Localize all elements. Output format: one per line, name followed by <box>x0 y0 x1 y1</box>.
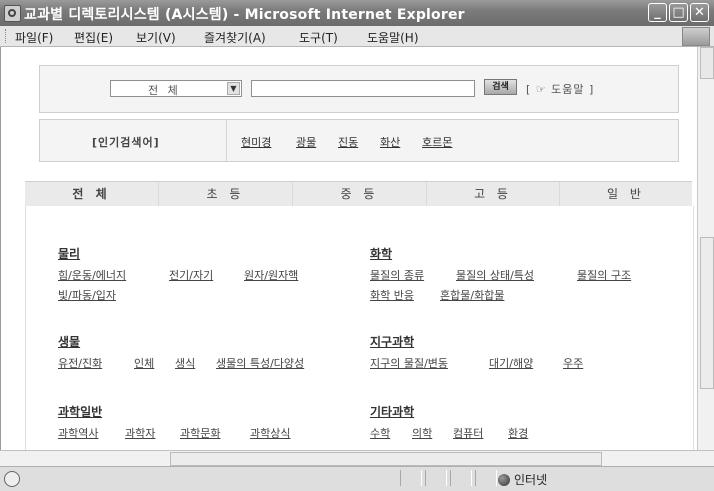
menu-favorites[interactable]: 즐겨찾기(A) <box>204 29 266 46</box>
windows-logo-icon <box>682 27 710 46</box>
category-title-earth-science[interactable]: 지구과학 <box>370 333 414 350</box>
page-icon <box>4 471 20 487</box>
subcategory-link[interactable]: 대기/해양 <box>489 355 533 371</box>
tab-general[interactable]: 일 반 <box>559 182 692 207</box>
window-title-bar[interactable]: 교과별 디렉토리시스템 (A시스템) - Microsoft Internet … <box>0 0 714 26</box>
subcategory-link[interactable]: 생식 <box>175 355 195 371</box>
subcategory-link[interactable]: 유전/진화 <box>58 355 102 371</box>
search-panel: 전 체 ▼ 검색 [ ☞ 도움말 ] <box>39 65 679 113</box>
category-select-value: 전 체 <box>148 84 181 97</box>
subcategory-link[interactable]: 과학역사 <box>58 425 98 441</box>
subcategory-link[interactable]: 컴퓨터 <box>453 425 483 441</box>
keyword-link[interactable]: 호르몬 <box>422 134 452 150</box>
status-segment <box>400 470 422 486</box>
status-bar: 인터넷 <box>0 466 714 491</box>
scroll-thumb[interactable] <box>170 452 602 466</box>
subcategory-link[interactable]: 지구의 물질/변동 <box>370 355 448 371</box>
subcategory-link[interactable]: 환경 <box>508 425 528 441</box>
page-content: 전 체 ▼ 검색 [ ☞ 도움말 ] [인기검색어] 현미경 광물 진동 화산 … <box>0 47 698 450</box>
subcategory-link[interactable]: 인체 <box>134 355 154 371</box>
category-title-biology[interactable]: 생물 <box>58 333 80 350</box>
tab-middle[interactable]: 중 등 <box>292 182 426 207</box>
category-title-other-science[interactable]: 기타과학 <box>370 403 414 420</box>
subcategory-link[interactable]: 우주 <box>563 355 583 371</box>
subcategory-link[interactable]: 혼합물/화합물 <box>440 287 504 303</box>
subcategory-link[interactable]: 전기/자기 <box>169 267 213 283</box>
subcategory-link[interactable]: 물질의 상태/특성 <box>456 267 534 283</box>
status-segment <box>425 470 447 486</box>
subcategory-link[interactable]: 물질의 종류 <box>370 267 424 283</box>
subcategory-link[interactable]: 의학 <box>412 425 432 441</box>
help-link[interactable]: [ ☞ 도움말 ] <box>526 81 594 97</box>
keyword-link[interactable]: 광물 <box>296 134 316 150</box>
subcategory-link[interactable]: 과학자 <box>125 425 155 441</box>
tab-high[interactable]: 고 등 <box>426 182 559 207</box>
subject-directory: 물리 힘/운동/에너지 전기/자기 원자/원자핵 빛/파동/입자 화학 물질의 … <box>25 206 694 450</box>
status-segment <box>475 470 497 486</box>
search-button[interactable]: 검색 <box>484 79 517 95</box>
subcategory-link[interactable]: 화학 반응 <box>370 287 414 303</box>
menu-edit[interactable]: 편집(E) <box>74 29 113 46</box>
chevron-down-icon[interactable]: ▼ <box>227 82 240 95</box>
tab-elementary[interactable]: 초 등 <box>158 182 292 207</box>
status-segment <box>450 470 472 486</box>
window-title: 교과별 디렉토리시스템 (A시스템) - Microsoft Internet … <box>24 7 465 23</box>
menu-file[interactable]: 파일(F) <box>15 29 53 46</box>
subcategory-link[interactable]: 원자/원자핵 <box>244 267 298 283</box>
category-title-physics[interactable]: 물리 <box>58 245 80 262</box>
horizontal-scrollbar[interactable] <box>0 450 714 466</box>
subcategory-link[interactable]: 과학문화 <box>180 425 220 441</box>
keyword-link[interactable]: 현미경 <box>241 134 271 150</box>
vertical-scrollbar[interactable] <box>697 47 714 450</box>
keyword-link[interactable]: 화산 <box>380 134 400 150</box>
search-input[interactable] <box>251 80 475 97</box>
scroll-thumb[interactable] <box>700 47 714 79</box>
subcategory-link[interactable]: 힘/운동/에너지 <box>58 267 126 283</box>
maximize-button[interactable]: □ <box>669 3 688 22</box>
subcategory-link[interactable]: 생물의 특성/다양성 <box>216 355 304 371</box>
category-title-chemistry[interactable]: 화학 <box>370 245 392 262</box>
level-tabs: 전 체 초 등 중 등 고 등 일 반 <box>25 181 692 208</box>
menu-tools[interactable]: 도구(T) <box>299 29 338 46</box>
scroll-track-segment[interactable] <box>700 237 714 389</box>
subcategory-link[interactable]: 과학상식 <box>250 425 290 441</box>
category-title-general-science[interactable]: 과학일반 <box>58 403 102 420</box>
subcategory-link[interactable]: 물질의 구조 <box>577 267 631 283</box>
security-zone: 인터넷 <box>498 471 547 488</box>
minimize-button[interactable]: _ <box>648 3 667 22</box>
menu-help[interactable]: 도움말(H) <box>367 29 419 46</box>
subcategory-link[interactable]: 빛/파동/입자 <box>58 287 116 303</box>
keyword-link[interactable]: 진동 <box>338 134 358 150</box>
browser-icon[interactable] <box>4 5 21 22</box>
menu-view[interactable]: 보기(V) <box>136 29 176 46</box>
close-button[interactable]: ✕ <box>690 3 709 22</box>
toolbar-grip[interactable] <box>5 29 8 43</box>
popular-keywords-panel: [인기검색어] 현미경 광물 진동 화산 호르몬 <box>39 119 679 162</box>
menu-bar: 파일(F) 편집(E) 보기(V) 즐겨찾기(A) 도구(T) 도움말(H) <box>0 26 714 47</box>
subcategory-link[interactable]: 수학 <box>370 425 390 441</box>
category-select[interactable]: 전 체 ▼ <box>110 80 242 97</box>
globe-icon <box>498 474 510 486</box>
divider <box>226 120 227 161</box>
popular-keywords-label: [인기검색어] <box>92 136 160 149</box>
zone-label: 인터넷 <box>514 473 548 487</box>
tab-all[interactable]: 전 체 <box>25 182 158 207</box>
